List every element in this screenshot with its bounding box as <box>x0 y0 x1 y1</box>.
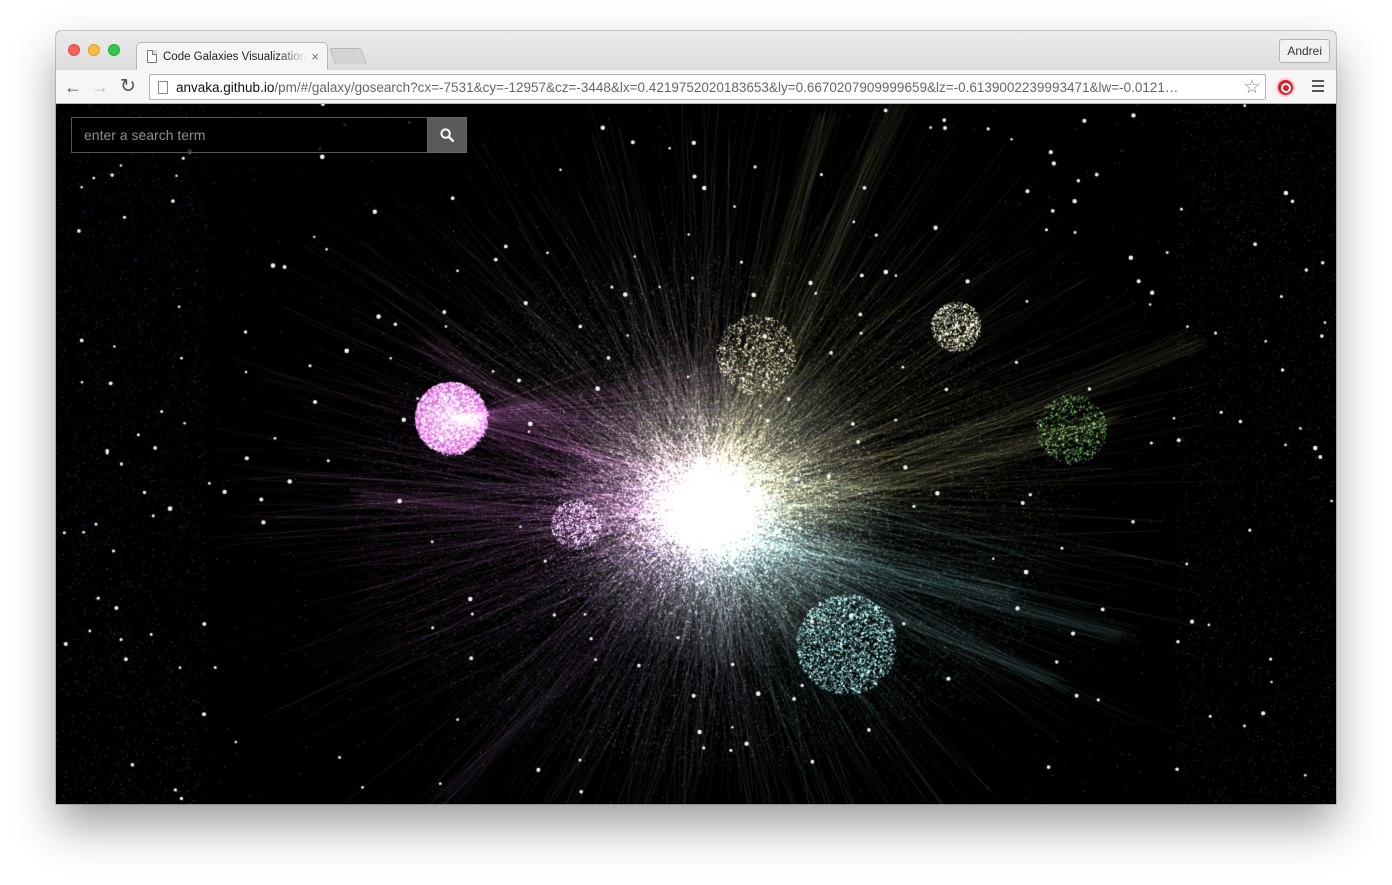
browser-toolbar: ← → ↻ anvaka.github.io/pm/#/galaxy/gosea… <box>56 70 1336 104</box>
reload-icon[interactable]: ↻ <box>116 75 140 99</box>
new-tab-button[interactable] <box>329 48 367 64</box>
browser-window: Code Galaxies Visualization × Andrei ← →… <box>56 31 1336 804</box>
galaxy-viewport[interactable] <box>56 104 1336 804</box>
galaxy-canvas[interactable] <box>56 104 1336 804</box>
close-window-button[interactable] <box>68 44 80 56</box>
address-bar[interactable]: anvaka.github.io/pm/#/galaxy/gosearch?cx… <box>149 74 1266 100</box>
search-form <box>71 117 467 153</box>
tab-close-icon[interactable]: × <box>311 50 319 63</box>
url-host: anvaka.github.io <box>176 79 275 95</box>
back-arrow-icon[interactable]: ← <box>61 75 85 99</box>
page-icon <box>158 80 168 94</box>
profile-button[interactable]: Andrei <box>1279 39 1330 63</box>
stop-extension-icon[interactable] <box>1276 78 1295 97</box>
search-button[interactable] <box>427 117 467 153</box>
search-input[interactable] <box>71 117 427 153</box>
browser-tab-active[interactable]: Code Galaxies Visualization × <box>136 42 328 70</box>
url-text[interactable]: anvaka.github.io/pm/#/galaxy/gosearch?cx… <box>176 80 1241 95</box>
url-path: /pm/#/galaxy/gosearch?cx=-7531&cy=-12957… <box>274 79 1179 95</box>
zoom-window-button[interactable] <box>108 44 120 56</box>
forward-arrow-icon[interactable]: → <box>88 75 112 99</box>
page-icon <box>147 50 157 63</box>
hamburger-menu-icon[interactable] <box>1312 80 1324 92</box>
bookmark-star-icon[interactable]: ☆ <box>1241 76 1263 99</box>
tab-title: Code Galaxies Visualization <box>163 50 306 63</box>
minimize-window-button[interactable] <box>88 44 100 56</box>
title-bar: Code Galaxies Visualization × Andrei <box>56 31 1336 70</box>
search-icon <box>440 128 454 142</box>
